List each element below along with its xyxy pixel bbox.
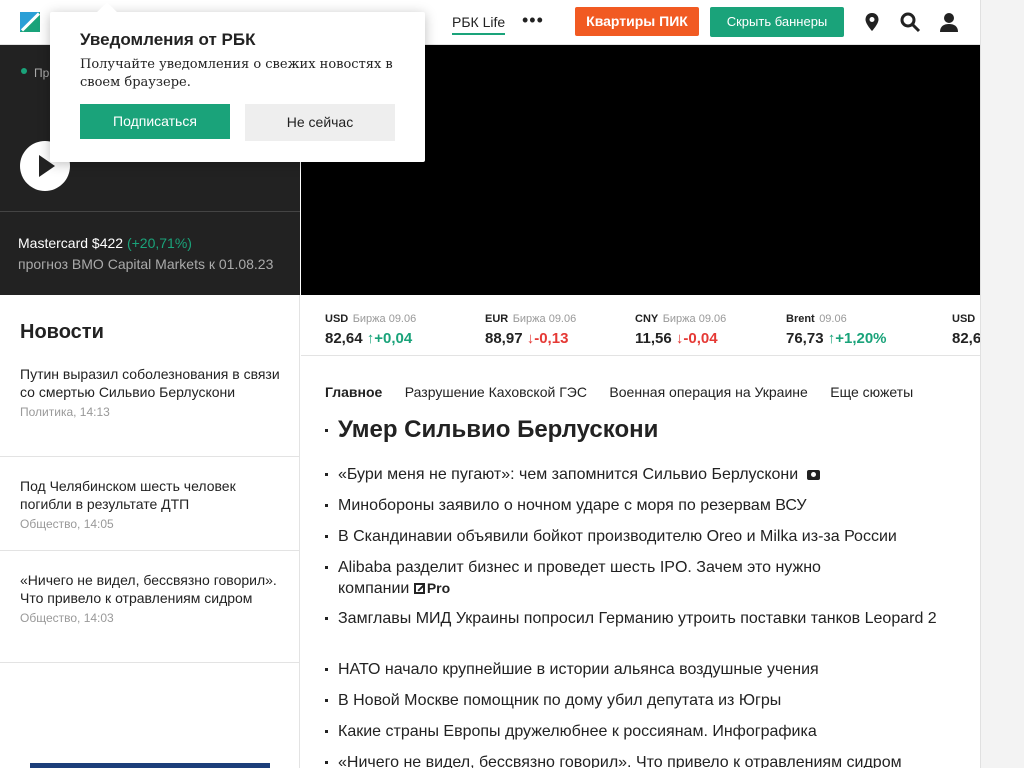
- ticker-value: 82,64: [325, 330, 363, 347]
- search-icon[interactable]: [899, 11, 921, 33]
- bullet: [325, 617, 328, 620]
- ticker-item-usd[interactable]: USD Биржа 09.06 82,64 ↑+0,04: [325, 309, 416, 347]
- hide-banners-button[interactable]: Скрыть баннеры: [710, 7, 844, 37]
- popup-body: Получайте уведомления о свежих новостях …: [80, 57, 393, 90]
- feed-item-text: «Ничего не видел, бессвязно говорил». Чт…: [338, 754, 902, 768]
- location-pin-icon[interactable]: [861, 11, 883, 33]
- bullet: [325, 730, 328, 733]
- feed-item[interactable]: «Ничего не видел, бессвязно говорил». Чт…: [325, 753, 955, 768]
- feed-item-text: Замглавы МИД Украины попросил Германию у…: [338, 610, 937, 627]
- ticker-value: 76,73: [786, 330, 824, 347]
- feed-item[interactable]: В Скандинавии объявили бойкот производит…: [325, 527, 955, 547]
- ticker-value: 88,97: [485, 330, 523, 347]
- bullet: [325, 761, 328, 764]
- tab-main[interactable]: Главное: [325, 384, 382, 400]
- ticker-change: -0,04: [683, 330, 718, 347]
- bullet: [325, 699, 328, 702]
- ticker-value: 82,6: [952, 330, 980, 347]
- ticker-currency: CNY: [635, 313, 659, 325]
- feed-item-text: «Бури меня не пугают»: чем запомнится Си…: [338, 466, 799, 483]
- currency-ticker: USD Биржа 09.06 82,64 ↑+0,04 EUR Биржа 0…: [301, 295, 980, 356]
- news-item[interactable]: Под Челябинском шесть человек погибли в …: [0, 477, 300, 551]
- feed-item-text: В Скандинавии объявили бойкот производит…: [338, 528, 897, 545]
- notification-popup: Уведомления от РБК Получайте уведомления…: [50, 2, 425, 162]
- promo-title[interactable]: Mastercard $422 (+20,71%): [18, 235, 192, 251]
- ticker-change: -0,13: [534, 330, 569, 347]
- feed-item-text: НАТО начало крупнейшие в истории альянса…: [338, 661, 819, 678]
- camera-icon: [806, 470, 820, 480]
- news-item[interactable]: «Ничего не видел, бессвязно говорил». Чт…: [0, 571, 300, 663]
- rbc-logo[interactable]: [20, 12, 41, 32]
- feed-item-text: В Новой Москве помощник по дому убил деп…: [338, 692, 782, 709]
- feed-item[interactable]: В Новой Москве помощник по дому убил деп…: [325, 691, 955, 711]
- ticker-source: Биржа 09.06: [352, 313, 417, 325]
- ticker-currency: USD: [325, 313, 349, 325]
- pro-badge: Pro: [413, 580, 451, 596]
- ticker-item-usd-partial[interactable]: USD 82,6: [952, 309, 980, 347]
- bullet: [325, 535, 328, 538]
- main-headline-text: Умер Сильвио Берлускони: [338, 416, 659, 443]
- not-now-button[interactable]: Не сейчас: [245, 104, 395, 141]
- feed-item[interactable]: НАТО начало крупнейшие в истории альянса…: [325, 660, 955, 680]
- news-title: Под Челябинском шесть человек погибли в …: [20, 478, 236, 512]
- news-meta: Политика, 14:13: [20, 405, 110, 419]
- bullet: [325, 504, 328, 507]
- feed-item-text: Минобороны заявило о ночном ударе с моря…: [338, 497, 807, 514]
- promo-divider: [0, 211, 300, 212]
- feed-item-text: Какие страны Европы дружелюбнее к россия…: [338, 723, 817, 740]
- ticker-change: +0,04: [374, 330, 413, 347]
- ticker-source: Биржа 09.06: [512, 313, 577, 325]
- bullet: [325, 566, 328, 569]
- promo-title-text: Mastercard $422: [18, 235, 124, 251]
- news-title: «Ничего не видел, бессвязно говорил». Чт…: [20, 572, 277, 606]
- ticker-currency: USD: [952, 313, 976, 325]
- news-heading[interactable]: Новости: [20, 321, 104, 344]
- tab-kakhovka[interactable]: Разрушение Каховской ГЭС: [405, 384, 587, 400]
- pro-badge-label: Pro: [426, 580, 451, 596]
- promo-dot: [21, 68, 27, 74]
- news-meta: Общество, 14:03: [20, 611, 114, 625]
- ticker-currency: Brent: [786, 313, 815, 325]
- pro-icon: [413, 583, 425, 594]
- tab-more-stories[interactable]: Еще сюжеты: [830, 384, 913, 400]
- bullet: [325, 668, 328, 671]
- ticker-item-cny[interactable]: CNY Биржа 09.06 11,56 ↓-0,04: [635, 309, 726, 347]
- news-meta: Общество, 14:05: [20, 517, 114, 531]
- bullet: [325, 473, 328, 476]
- feed-item[interactable]: Alibaba разделит бизнес и проведет шесть…: [325, 558, 865, 599]
- news-title: Путин выразил соболезнования в связи со …: [20, 366, 280, 400]
- page: и РБК Life ••• Квартиры ПИК Скрыть банне…: [0, 0, 1024, 768]
- left-ad-banner[interactable]: [30, 763, 270, 768]
- ticker-source: 09.06: [819, 313, 847, 325]
- tab-military-operation[interactable]: Военная операция на Украине: [609, 384, 807, 400]
- ticker-change: +1,20%: [835, 330, 887, 347]
- promo-subtitle: прогноз BMO Capital Markets к 01.08.23: [18, 256, 274, 272]
- right-gutter: [980, 0, 1024, 768]
- main-column: и РБК Life ••• Квартиры ПИК Скрыть банне…: [0, 0, 980, 768]
- feed-item[interactable]: Какие страны Европы дружелюбнее к россия…: [325, 722, 955, 742]
- news-column: Новости Путин выразил соболезнования в с…: [0, 295, 300, 768]
- topic-tabs: Главное Разрушение Каховской ГЭС Военная…: [325, 384, 931, 402]
- nav-item-rbc-life[interactable]: РБК Life: [452, 14, 506, 35]
- promo-gain: (+20,71%): [126, 235, 192, 251]
- feed-item[interactable]: «Бури меня не пугают»: чем запомнится Си…: [325, 465, 955, 485]
- feed-item[interactable]: Минобороны заявило о ночном ударе с моря…: [325, 496, 955, 516]
- popup-title: Уведомления от РБК: [80, 30, 256, 49]
- bullet: [325, 429, 328, 432]
- feed-item[interactable]: Замглавы МИД Украины попросил Германию у…: [325, 609, 950, 629]
- feed-item-text: Alibaba разделит бизнес и проведет шесть…: [338, 559, 821, 597]
- ticker-source: Биржа 09.06: [662, 313, 727, 325]
- pik-apartments-button[interactable]: Квартиры ПИК: [575, 7, 699, 36]
- ticker-currency: EUR: [485, 313, 509, 325]
- ticker-value: 11,56: [635, 330, 672, 347]
- subscribe-button[interactable]: Подписаться: [80, 104, 230, 139]
- more-menu-icon[interactable]: •••: [522, 10, 544, 31]
- ticker-item-brent[interactable]: Brent 09.06 76,73 ↑+1,20%: [786, 309, 887, 347]
- user-icon[interactable]: [938, 11, 960, 33]
- news-item[interactable]: Путин выразил соболезнования в связи со …: [0, 365, 300, 457]
- ticker-item-eur[interactable]: EUR Биржа 09.06 88,97 ↓-0,13: [485, 309, 576, 347]
- promo-label: Пр: [34, 66, 50, 80]
